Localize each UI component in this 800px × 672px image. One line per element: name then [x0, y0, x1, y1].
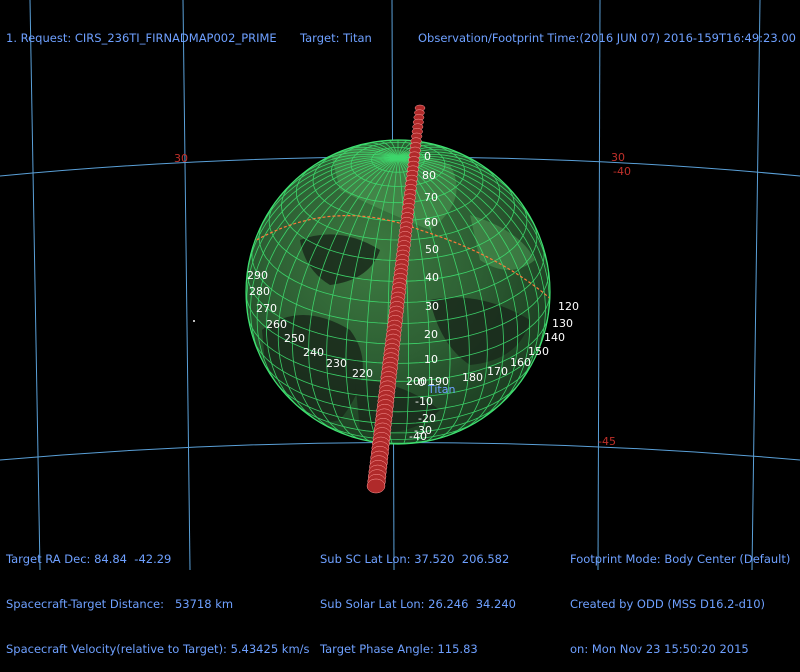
longitude-label: 290 [247, 269, 268, 282]
longitude-label: 260 [266, 318, 287, 331]
longitude-label: 250 [284, 332, 305, 345]
sky-label-dec-30-right: 30 [611, 151, 625, 164]
latitude-label: 50 [425, 243, 439, 256]
latitude-label: -10 [415, 395, 433, 408]
star [193, 320, 195, 322]
latitude-label: 70 [424, 191, 438, 204]
sub-sc-readout: Sub SC Lat Lon: 37.520 206.582 [320, 552, 510, 566]
sky-label-ra-minus45: -45 [598, 435, 616, 448]
longitude-label: 150 [528, 345, 549, 358]
sub-solar-readout: Sub Solar Lat Lon: 26.246 34.240 [320, 597, 516, 611]
longitude-label: 230 [326, 357, 347, 370]
longitude-label: 180 [462, 371, 483, 384]
longitude-label: 170 [487, 365, 508, 378]
latitude-label: 0 [424, 150, 431, 163]
sky-label-dec-30-left: 30 [174, 152, 188, 165]
created-by-readout: Created by ODD (MSS D16.2-d10) [570, 597, 766, 611]
longitude-label: 280 [249, 285, 270, 298]
latitude-label: 40 [425, 271, 439, 284]
request-label: 1. Request: CIRS_236TI_FIRNADMAP002_PRIM… [6, 1, 277, 61]
latitude-label: 60 [424, 216, 438, 229]
distance-readout: Spacecraft-Target Distance: 53718 km [6, 597, 234, 611]
longitude-label: 130 [552, 317, 573, 330]
velocity-readout: Spacecraft Velocity(relative to Target):… [6, 642, 310, 656]
latitude-label: 20 [424, 328, 438, 341]
longitude-label: 200 [406, 375, 427, 388]
ra-dec-readout: Target RA Dec: 84.84 -42.29 [6, 552, 172, 566]
observation-time-text: Observation/Footprint Time:(2016 JUN 07)… [418, 31, 796, 45]
latitude-label: -40 [409, 430, 427, 443]
longitude-label: 220 [352, 367, 373, 380]
latitude-label: 80 [422, 169, 436, 182]
target-text: Target: Titan [300, 31, 372, 45]
longitude-label: 140 [544, 331, 565, 344]
longitude-label: 270 [256, 302, 277, 315]
footprint-ellipse [366, 478, 386, 494]
longitude-label: 120 [558, 300, 579, 313]
latitude-label: 10 [424, 353, 438, 366]
footer-right: Footprint Mode: Body Center (Default) Cr… [570, 522, 790, 672]
sky-label-ra-minus40: -40 [613, 165, 631, 178]
observation-time-label: Observation/Footprint Time:(2016 JUN 07)… [418, 1, 796, 61]
titan-footprint-view: 30 30 -40 -45 080706050403020100-10-20-3… [0, 0, 800, 570]
created-on-readout: on: Mon Nov 23 15:50:20 2015 [570, 642, 749, 656]
latitude-label: 30 [425, 300, 439, 313]
target-label: Target: Titan [300, 1, 372, 61]
phase-angle-readout: Target Phase Angle: 115.83 [320, 642, 478, 656]
footer-left: Target RA Dec: 84.84 -42.29 Spacecraft-T… [6, 522, 310, 672]
footer-middle: Sub SC Lat Lon: 37.520 206.582 Sub Solar… [320, 522, 516, 672]
body-name-label: Titan [427, 383, 455, 396]
footprint-mode-readout: Footprint Mode: Body Center (Default) [570, 552, 791, 566]
request-text: 1. Request: CIRS_236TI_FIRNADMAP002_PRIM… [6, 31, 277, 45]
longitude-label: 240 [303, 346, 324, 359]
